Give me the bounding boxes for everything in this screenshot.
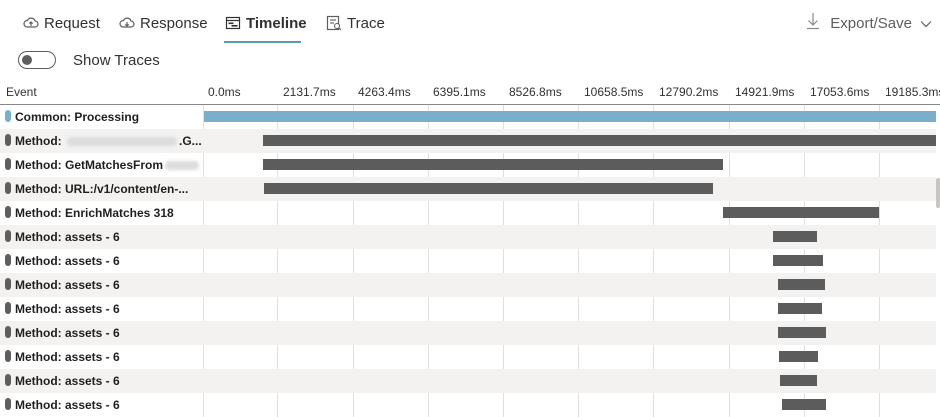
tick-label: 19185.3ms [885,85,940,99]
timeline-bar [773,255,823,266]
tick-label: 14921.9ms [735,85,795,99]
event-marker [5,134,11,146]
event-marker [5,110,11,122]
timeline-bar [782,399,826,410]
show-traces-row: Show Traces [18,49,160,71]
timeline-bar [204,111,936,122]
event-marker [5,326,11,338]
toggle-knob [22,54,32,65]
timeline-bar [778,327,826,338]
tab-request[interactable]: Request [23,12,100,34]
event-label: Method: assets - 6 [15,254,120,268]
download-icon [806,12,820,34]
timeline-row[interactable]: Method: GetMatchesFrom [0,153,936,177]
tab-bar: Request Response Timeline Trace Export/S… [0,0,940,44]
timeline-grid: Event 0.0ms 2131.7ms 4263.4ms 6395.1ms 8… [0,80,940,417]
tab-response[interactable]: Response [119,12,208,34]
tab-request-label: Request [44,14,100,32]
tick-label: 0.0ms [208,85,241,99]
event-marker [5,350,11,362]
event-label: Method: assets - 6 [15,374,120,388]
timeline-bar [723,207,879,218]
event-label: Method: .G... [15,134,202,148]
timeline-row[interactable]: Method: assets - 6 [0,321,936,345]
tab-response-label: Response [140,14,208,32]
tick-label: 2131.7ms [283,85,336,99]
event-marker [5,182,11,194]
event-label: Method: assets - 6 [15,278,120,292]
timeline-bar [779,351,818,362]
tab-trace-label: Trace [347,14,385,32]
timeline-bar [778,303,822,314]
chevron-down-icon [920,15,932,32]
tab-trace[interactable]: Trace [326,12,385,34]
event-label: Method: URL:/v1/content/en-... [15,182,189,196]
event-label: Method: EnrichMatches 318 [15,206,174,220]
event-label: Method: assets - 6 [15,326,120,340]
event-marker [5,158,11,170]
timeline-bar [264,183,713,194]
event-marker [5,302,11,314]
event-marker [5,254,11,266]
event-marker [5,230,11,242]
trace-icon [326,15,342,31]
timeline-bar [780,375,817,386]
timeline-row[interactable]: Method: EnrichMatches 318 [0,201,936,225]
timeline-row[interactable]: Method: assets - 6 [0,249,936,273]
vertical-scrollbar[interactable] [936,178,940,208]
timeline-row[interactable]: Method: .G... [0,129,936,153]
timeline-bar [263,159,723,170]
timeline-row[interactable]: Method: assets - 6 [0,369,936,393]
export-save-button[interactable]: Export/Save [806,12,932,34]
timeline-bar [263,135,936,146]
timeline-row[interactable]: Method: assets - 6 [0,225,936,249]
tab-timeline-label: Timeline [246,14,307,32]
tab-timeline[interactable]: Timeline [225,12,307,34]
export-save-label: Export/Save [830,14,912,32]
tick-label: 8526.8ms [509,85,562,99]
event-marker [5,374,11,386]
timeline-row[interactable]: Method: assets - 6 [0,345,936,369]
event-label: Method: assets - 6 [15,230,120,244]
event-label: Method: assets - 6 [15,350,120,364]
timeline-header: Event 0.0ms 2131.7ms 4263.4ms 6395.1ms 8… [0,80,940,105]
tick-label: 6395.1ms [433,85,486,99]
cloud-upload-icon [23,15,39,31]
tick-label: 17053.6ms [810,85,870,99]
event-marker [5,206,11,218]
timeline-row[interactable]: Method: assets - 6 [0,297,936,321]
event-label: Method: assets - 6 [15,398,120,412]
show-traces-toggle[interactable] [18,51,56,69]
event-marker [5,398,11,410]
timeline-row[interactable]: Method: assets - 6 [0,393,936,417]
active-tab-indicator [224,41,301,43]
event-marker [5,278,11,290]
redacted-text [165,161,200,171]
timeline-bar [778,279,825,290]
show-traces-label: Show Traces [73,51,160,69]
cloud-download-icon [119,15,135,31]
timeline-row[interactable]: Common: Processing [0,105,936,129]
event-label: Method: assets - 6 [15,302,120,316]
event-label: Common: Processing [15,110,140,124]
tick-label: 4263.4ms [358,85,411,99]
timeline-icon [225,15,241,31]
event-column-header: Event [6,85,37,99]
redacted-text [67,137,177,147]
timeline-bar [773,231,817,242]
tick-label: 12790.2ms [659,85,719,99]
tick-label: 10658.5ms [584,85,644,99]
timeline-row[interactable]: Method: URL:/v1/content/en-... [0,177,936,201]
event-label: Method: GetMatchesFrom [15,158,201,172]
timeline-row[interactable]: Method: assets - 6 [0,273,936,297]
